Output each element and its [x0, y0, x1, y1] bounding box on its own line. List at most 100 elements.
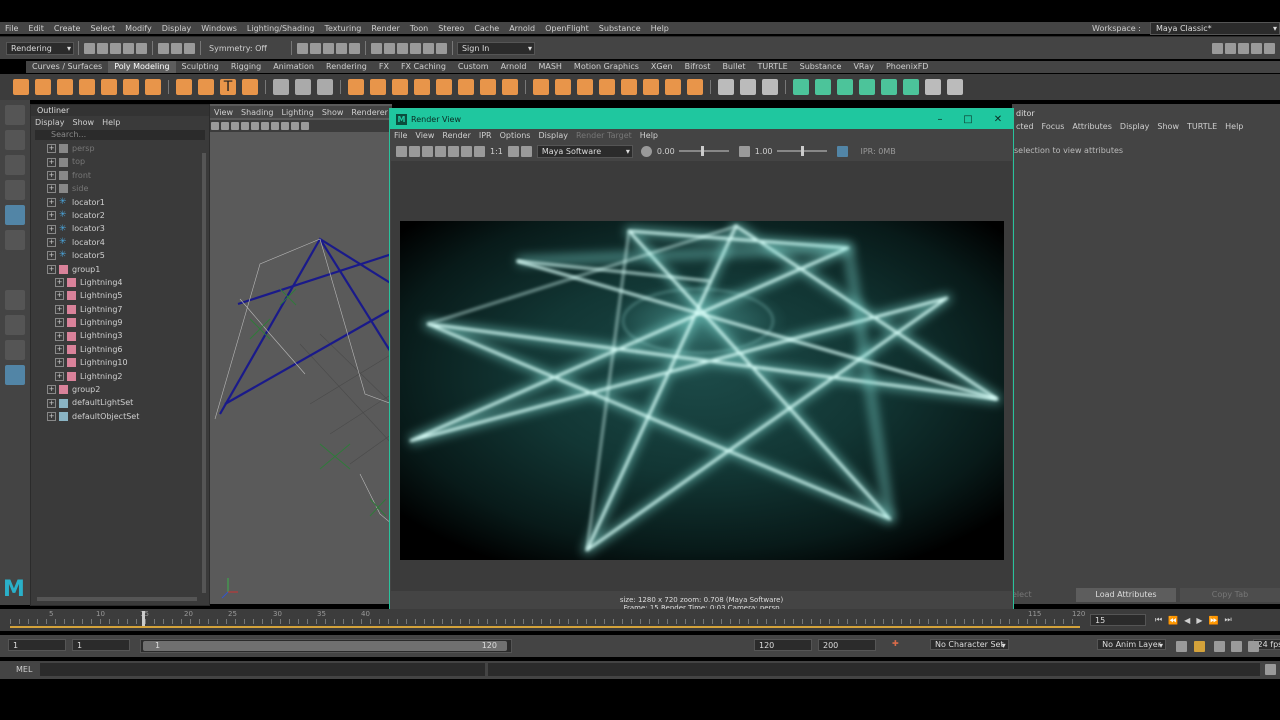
refresh-ipr-icon[interactable]	[448, 145, 459, 157]
smooth-icon[interactable]	[317, 79, 333, 95]
triangulate-icon[interactable]	[687, 79, 703, 95]
settings-icon[interactable]	[1248, 641, 1259, 652]
menu-texturing[interactable]: Texturing	[319, 24, 366, 33]
render-region-icon[interactable]	[409, 145, 420, 157]
menu-arnold[interactable]: Arnold	[504, 24, 540, 33]
single-perspective-icon[interactable]	[5, 290, 25, 310]
modeling-toolkit-icon[interactable]	[1212, 42, 1223, 54]
range-slider[interactable]: 1 120	[140, 639, 512, 653]
outliner-item[interactable]: + persp	[47, 142, 209, 155]
render-settings-icon[interactable]	[396, 42, 408, 54]
step-back-frame-icon[interactable]: ◀	[1184, 616, 1190, 625]
render-view-titlebar[interactable]: M Render View – □ ✕	[390, 109, 1013, 129]
film-gate-icon[interactable]	[261, 122, 269, 130]
render-menu-render-target[interactable]: Render Target	[572, 131, 636, 140]
outliner-item[interactable]: + ✳ locator2	[47, 209, 209, 222]
select-component-icon[interactable]	[184, 42, 195, 54]
character-controls-icon[interactable]	[1225, 42, 1236, 54]
snap-surface-icon[interactable]	[348, 42, 360, 54]
shelf-tab-xgen[interactable]: XGen	[645, 61, 679, 73]
menu-file[interactable]: File	[0, 24, 23, 33]
camera-select-icon[interactable]	[211, 122, 219, 130]
render-menu-ipr[interactable]: IPR	[475, 131, 496, 140]
outliner-layout-icon[interactable]	[5, 365, 25, 385]
menu-windows[interactable]: Windows	[196, 24, 242, 33]
alpha-channel-icon[interactable]	[474, 145, 485, 157]
shelf-tab-arnold[interactable]: Arnold	[495, 61, 533, 73]
outliner-item[interactable]: + top	[47, 155, 209, 168]
expand-icon[interactable]: +	[47, 224, 56, 234]
expand-icon[interactable]: +	[47, 184, 56, 194]
step-forward-key-icon[interactable]: ⏩	[1208, 616, 1218, 625]
rotate-tool-icon[interactable]	[5, 205, 25, 225]
outliner-item[interactable]: + group1	[47, 263, 209, 276]
smooth-shade-icon[interactable]	[291, 122, 299, 130]
viewport-menu-renderer[interactable]: Renderer	[347, 108, 392, 117]
select-tool-icon[interactable]	[5, 105, 25, 125]
keep-image-icon[interactable]	[507, 145, 519, 157]
expand-icon[interactable]: +	[47, 144, 56, 154]
shelf-tab-sculpting[interactable]: Sculpting	[176, 61, 225, 73]
scale-tool-icon[interactable]	[5, 230, 25, 250]
outliner-item[interactable]: + side	[47, 182, 209, 195]
go-to-end-icon[interactable]: ⏭	[1224, 615, 1231, 625]
attr-menu-focus[interactable]: Focus	[1038, 122, 1069, 131]
outliner-item[interactable]: + defaultLightSet	[47, 396, 209, 409]
outliner-scrollbar[interactable]	[202, 153, 206, 593]
select-hierarchy-icon[interactable]	[158, 42, 169, 54]
ipr-icon[interactable]	[435, 145, 446, 157]
new-scene-icon[interactable]	[84, 42, 95, 54]
render-menu-view[interactable]: View	[411, 131, 438, 140]
playblast-icon[interactable]	[422, 42, 434, 54]
render-menu-help[interactable]: Help	[636, 131, 662, 140]
menu-stereo[interactable]: Stereo	[433, 24, 469, 33]
outliner-item[interactable]: + Lightning2	[47, 370, 209, 383]
select-button[interactable]: elect	[1012, 588, 1072, 602]
bookmark-icon[interactable]	[231, 122, 239, 130]
expand-icon[interactable]: +	[47, 385, 56, 395]
color-manage-icon[interactable]	[836, 145, 848, 157]
type-icon[interactable]: T	[220, 79, 236, 95]
menu-display[interactable]: Display	[157, 24, 197, 33]
expand-icon[interactable]: +	[47, 251, 56, 261]
uv-spherical-icon[interactable]	[837, 79, 853, 95]
gamma-slider[interactable]	[776, 146, 827, 156]
outliner-search[interactable]: Search...	[35, 130, 205, 140]
render-menu-display[interactable]: Display	[534, 131, 572, 140]
boolean-diff-icon[interactable]	[370, 79, 386, 95]
menu-toon[interactable]: Toon	[405, 24, 433, 33]
two-view-icon[interactable]	[5, 340, 25, 360]
uv-cylindrical-icon[interactable]	[815, 79, 831, 95]
svg-icon[interactable]	[242, 79, 258, 95]
uv-automatic-icon[interactable]	[859, 79, 875, 95]
soft-select-icon[interactable]	[925, 79, 941, 95]
loop-icon[interactable]	[1176, 641, 1187, 652]
exposure-slider[interactable]	[678, 146, 729, 156]
attr-menu-help[interactable]: Help	[1221, 122, 1247, 131]
expand-icon[interactable]: +	[55, 345, 64, 355]
select-object-icon[interactable]	[171, 42, 182, 54]
workspace-dropdown[interactable]: Maya Classic*	[1149, 22, 1280, 35]
menu-render[interactable]: Render	[366, 24, 404, 33]
shelf-tab-substance[interactable]: Substance	[794, 61, 848, 73]
save-scene-icon[interactable]	[110, 42, 121, 54]
platonic-icon[interactable]	[176, 79, 192, 95]
outliner-item[interactable]: + Lightning4	[47, 276, 209, 289]
expand-icon[interactable]: +	[47, 398, 56, 408]
shelf-tab-animation[interactable]: Animation	[267, 61, 320, 73]
channel-box-icon[interactable]	[1264, 42, 1275, 54]
shelf-tab-turtle[interactable]: TURTLE	[752, 61, 794, 73]
menu-edit[interactable]: Edit	[23, 24, 49, 33]
auto-key-icon[interactable]: ✚	[892, 639, 899, 648]
playback-start-field[interactable]: 1	[72, 639, 130, 651]
uv-layout-icon[interactable]	[903, 79, 919, 95]
menu-cache[interactable]: Cache	[469, 24, 504, 33]
uv-editor-icon[interactable]	[881, 79, 897, 95]
move-tool-icon[interactable]	[5, 180, 25, 200]
append-icon[interactable]	[533, 79, 549, 95]
script-editor-icon[interactable]	[1265, 664, 1276, 675]
menu-openflight[interactable]: OpenFlight	[540, 24, 594, 33]
minimize-icon[interactable]: –	[927, 114, 953, 125]
exposure-value[interactable]: 0.00	[657, 147, 675, 156]
textured-icon[interactable]	[301, 122, 309, 130]
